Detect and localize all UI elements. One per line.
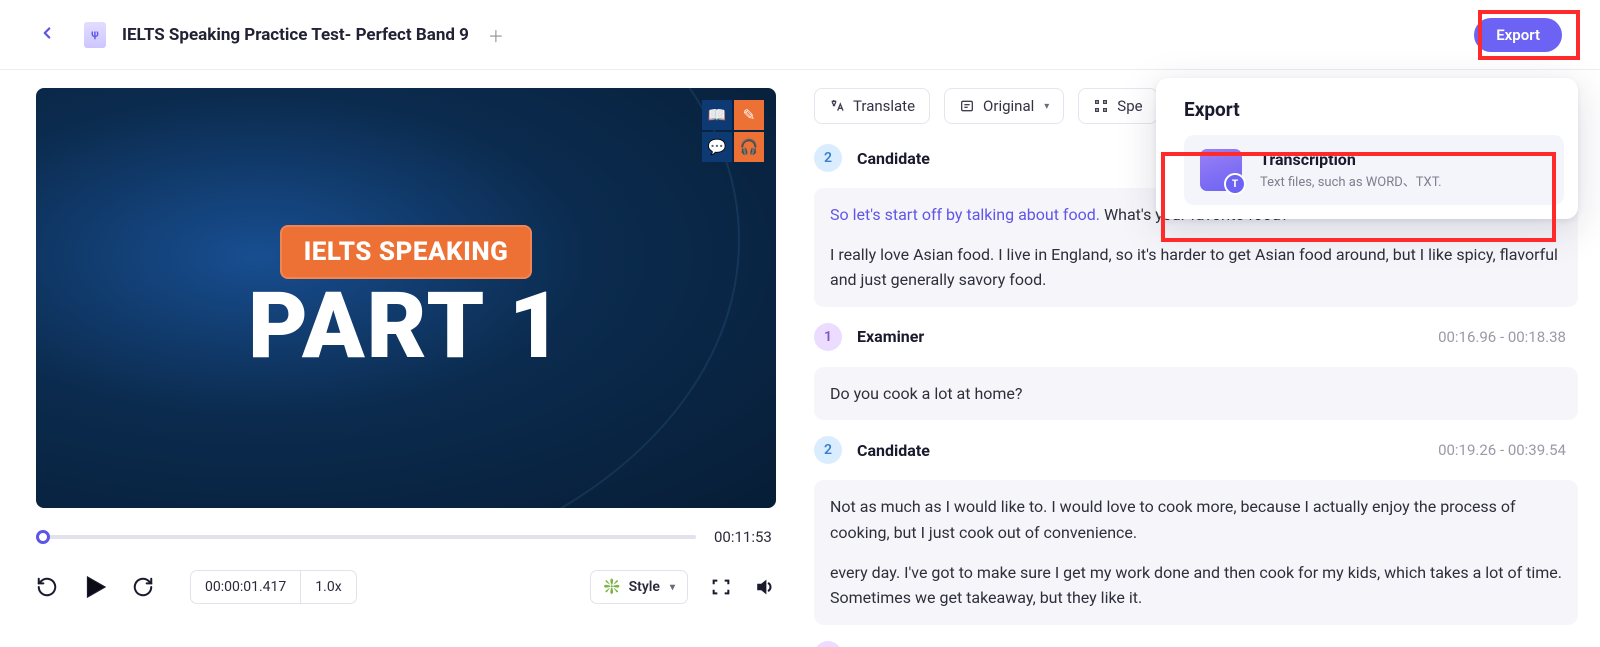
speaker-name: Candidate	[857, 149, 930, 168]
chevron-down-icon: ▾	[670, 582, 675, 593]
timestamp: 00:19.26 - 00:39.54	[1438, 441, 1578, 459]
volume-icon[interactable]	[754, 576, 776, 598]
seek-bar[interactable]	[36, 535, 696, 539]
utterance[interactable]: Not as much as I would like to. I would …	[814, 480, 1578, 624]
speaker-row: 1 Examiner 00:16.96 - 00:18.38	[814, 317, 1578, 357]
speaker-label-clipped: Spe	[1117, 97, 1142, 115]
back-button[interactable]	[38, 24, 56, 46]
playback-speed[interactable]: 1.0x	[301, 571, 355, 603]
export-option-sub: Text files, such as WORD、TXT.	[1260, 171, 1442, 190]
highlighted-text: So let's start off by talking about food…	[830, 205, 1100, 224]
player-controls: 00:00:01.417 1.0x ❇️ Style ▾	[36, 570, 776, 604]
export-button[interactable]: Export	[1474, 18, 1562, 52]
video-big-text: PART 1	[248, 283, 564, 370]
style-label: Style	[629, 579, 660, 595]
utterance-line: every day. I've got to make sure I get m…	[830, 560, 1562, 611]
chat-icon: 💬	[702, 132, 732, 162]
style-dropdown[interactable]: ❇️ Style ▾	[590, 570, 688, 604]
translate-button[interactable]: Translate	[814, 88, 930, 124]
utterance-line: I really love Asian food. I live in Engl…	[830, 242, 1562, 293]
fullscreen-icon[interactable]	[710, 576, 732, 598]
speaker-button-clipped[interactable]: Spe	[1078, 88, 1157, 124]
top-bar: ψ IELTS Speaking Practice Test- Perfect …	[0, 0, 1600, 70]
utterance[interactable]: Do you cook a lot at home?	[814, 367, 1578, 421]
chevron-down-icon: ▾	[1044, 101, 1049, 112]
book-icon: 📖	[702, 100, 732, 130]
rewind-icon[interactable]	[36, 576, 58, 598]
add-tab-button[interactable]: ＋	[485, 24, 507, 46]
original-dropdown[interactable]: Original ▾	[944, 88, 1064, 124]
play-icon[interactable]	[80, 572, 110, 602]
seek-thumb[interactable]	[36, 530, 50, 544]
export-panel: Export Transcription Text files, such as…	[1156, 78, 1578, 219]
speaker-row: 2 Candidate 00:19.26 - 00:39.54	[814, 430, 1578, 470]
video-badge: IELTS SPEAKING	[280, 225, 533, 279]
document-icon: ψ	[84, 22, 106, 48]
speaker-name: Candidate	[857, 441, 930, 460]
video-corner-icons: 📖 ✎ 💬 🎧	[702, 100, 764, 162]
transcript-panel: Translate Original ▾ Spe 2 Candidate So le…	[814, 88, 1578, 647]
utterance-line: Do you cook a lot at home?	[830, 381, 1562, 407]
original-label: Original	[983, 97, 1034, 115]
main-area: 📖 ✎ 💬 🎧 IELTS SPEAKING PART 1 00:11:53	[0, 70, 1600, 647]
speaker-avatar: 1	[814, 323, 842, 351]
speaker-avatar: 2	[814, 436, 842, 464]
pen-icon: ✎	[734, 100, 764, 130]
timestamp: 00:16.96 - 00:18.38	[1438, 328, 1578, 346]
time-speed-box: 00:00:01.417 1.0x	[190, 570, 357, 604]
export-option-title: Transcription	[1260, 150, 1442, 169]
document-title: IELTS Speaking Practice Test- Perfect Ba…	[122, 25, 469, 45]
duration-label: 00:11:53	[714, 528, 776, 546]
current-time[interactable]: 00:00:01.417	[191, 571, 301, 603]
translate-label: Translate	[853, 97, 915, 115]
export-panel-heading: Export	[1184, 98, 1564, 121]
transcription-icon	[1200, 149, 1242, 191]
seek-bar-row: 00:11:53	[36, 528, 776, 546]
player-panel: 📖 ✎ 💬 🎧 IELTS SPEAKING PART 1 00:11:53	[36, 88, 776, 647]
utterance-line: Not as much as I would like to. I would …	[830, 494, 1562, 545]
video-preview[interactable]: 📖 ✎ 💬 🎧 IELTS SPEAKING PART 1	[36, 88, 776, 508]
style-flower-icon: ❇️	[603, 579, 620, 595]
export-option-transcription[interactable]: Transcription Text files, such as WORD、T…	[1184, 135, 1564, 205]
headphones-icon: 🎧	[734, 132, 764, 162]
forward-icon[interactable]	[132, 576, 154, 598]
speaker-row: 1Examiner00:40.18 - 00:43.68	[814, 635, 1578, 647]
speaker-name: Examiner	[857, 327, 924, 346]
speaker-avatar: 1	[814, 641, 842, 647]
speaker-avatar: 2	[814, 144, 842, 172]
